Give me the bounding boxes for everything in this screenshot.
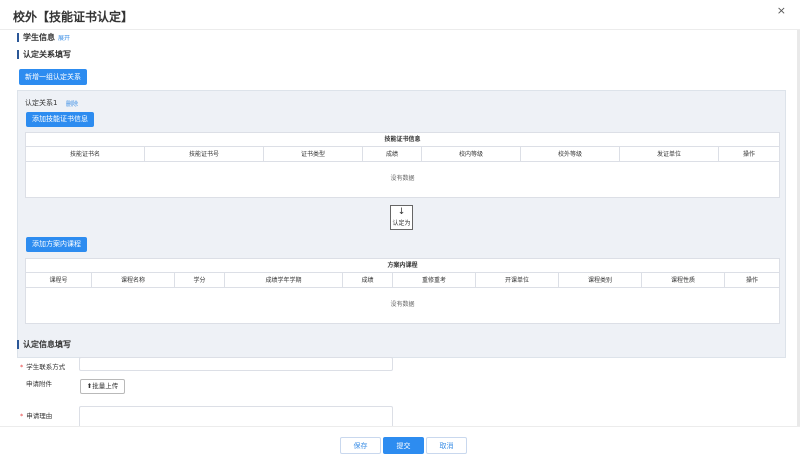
cert-col-type: 证书类型: [264, 147, 363, 161]
relation-section-title: 认定关系填写: [17, 49, 71, 60]
reason-label: * 申请理由: [20, 410, 52, 420]
course-table-caption: 方案内课程: [26, 259, 779, 273]
attachment-label: 申请附件: [26, 380, 52, 388]
course-table-empty: 没有数据: [390, 301, 415, 308]
contact-input[interactable]: [79, 357, 393, 371]
cert-col-name: 技能证书名: [26, 147, 145, 161]
course-table: 方案内课程 课程号 课程名称 学分 成绩学年学期 成绩 重修重考 开课单位 课程…: [25, 258, 780, 324]
course-col-nature: 课程性质: [642, 273, 725, 287]
add-relation-group-button[interactable]: 新增一组认定关系: [19, 69, 87, 85]
cert-table: 技能证书信息 技能证书名 技能证书号 证书类型 成绩 校内等级 校外等级 发证单…: [25, 132, 780, 198]
cert-col-issuer: 发证单位: [620, 147, 719, 161]
course-col-name: 课程名称: [92, 273, 175, 287]
reason-textarea[interactable]: [79, 406, 393, 426]
batch-upload-label: 批量上传: [92, 382, 119, 390]
relation-section-label: 认定关系填写: [23, 50, 71, 59]
relation-group-panel: 认定关系1 删除 添加技能证书信息 技能证书信息 技能证书名 技能证书号 证书类…: [17, 90, 786, 358]
cert-col-number: 技能证书号: [145, 147, 264, 161]
save-button[interactable]: 保存: [340, 437, 381, 454]
cert-table-caption: 技能证书信息: [26, 133, 779, 147]
contact-label-text: 学生联系方式: [26, 363, 66, 371]
add-course-button[interactable]: 添加方案内课程: [26, 237, 87, 252]
modal-header: 校外【技能证书认定】 ×: [0, 0, 800, 30]
arrow-down-icon: ↓: [397, 207, 406, 217]
convert-label: 认定为: [392, 220, 411, 227]
delete-group-link[interactable]: 删除: [66, 99, 78, 108]
course-col-category: 课程类别: [559, 273, 642, 287]
student-info-section: 学生信息 展开: [17, 32, 70, 43]
close-icon[interactable]: ×: [777, 4, 786, 17]
required-mark: *: [20, 363, 24, 371]
batch-upload-button[interactable]: ⬆批量上传: [80, 379, 125, 394]
modal-footer: 保存 提交 取消: [0, 426, 800, 461]
course-col-credit: 学分: [175, 273, 225, 287]
course-table-header: 课程号 课程名称 学分 成绩学年学期 成绩 重修重考 开课单位 课程类别 课程性…: [26, 273, 779, 288]
cancel-button[interactable]: 取消: [426, 437, 467, 454]
course-col-score: 成绩: [343, 273, 393, 287]
modal-title: 校外【技能证书认定】: [13, 10, 134, 24]
submit-button[interactable]: 提交: [383, 437, 424, 454]
cert-col-action: 操作: [742, 151, 755, 158]
expand-link[interactable]: 展开: [58, 35, 70, 42]
cert-col-external-level: 校外等级: [521, 147, 620, 161]
cert-table-header: 技能证书名 技能证书号 证书类型 成绩 校内等级 校外等级 发证单位 操作: [26, 147, 779, 162]
required-mark: *: [20, 412, 24, 420]
course-col-code: 课程号: [26, 273, 92, 287]
info-section-title: 认定信息填写: [17, 339, 71, 350]
modal-body: 学生信息 展开 认定关系填写 新增一组认定关系 认定关系1 删除 添加技能证书信息…: [0, 30, 800, 426]
course-col-term: 成绩学年学期: [225, 273, 343, 287]
reason-label-text: 申请理由: [26, 412, 53, 420]
course-col-department: 开课单位: [476, 273, 559, 287]
cert-col-internal-level: 校内等级: [422, 147, 521, 161]
cert-table-empty: 没有数据: [390, 175, 415, 182]
course-col-action: 操作: [745, 277, 758, 284]
modal: 校外【技能证书认定】 × 学生信息 展开 认定关系填写 新增一组认定关系 认定关系…: [0, 0, 800, 461]
course-col-retake: 重修重考: [393, 273, 476, 287]
student-info-title: 学生信息: [23, 33, 55, 42]
add-cert-button[interactable]: 添加技能证书信息: [26, 112, 94, 127]
convert-box[interactable]: ↓ 认定为: [390, 205, 413, 230]
cert-col-score: 成绩: [363, 147, 422, 161]
relation-group-label: 认定关系1: [25, 99, 58, 107]
info-section-label: 认定信息填写: [23, 340, 71, 349]
contact-label: * 学生联系方式: [20, 361, 65, 371]
